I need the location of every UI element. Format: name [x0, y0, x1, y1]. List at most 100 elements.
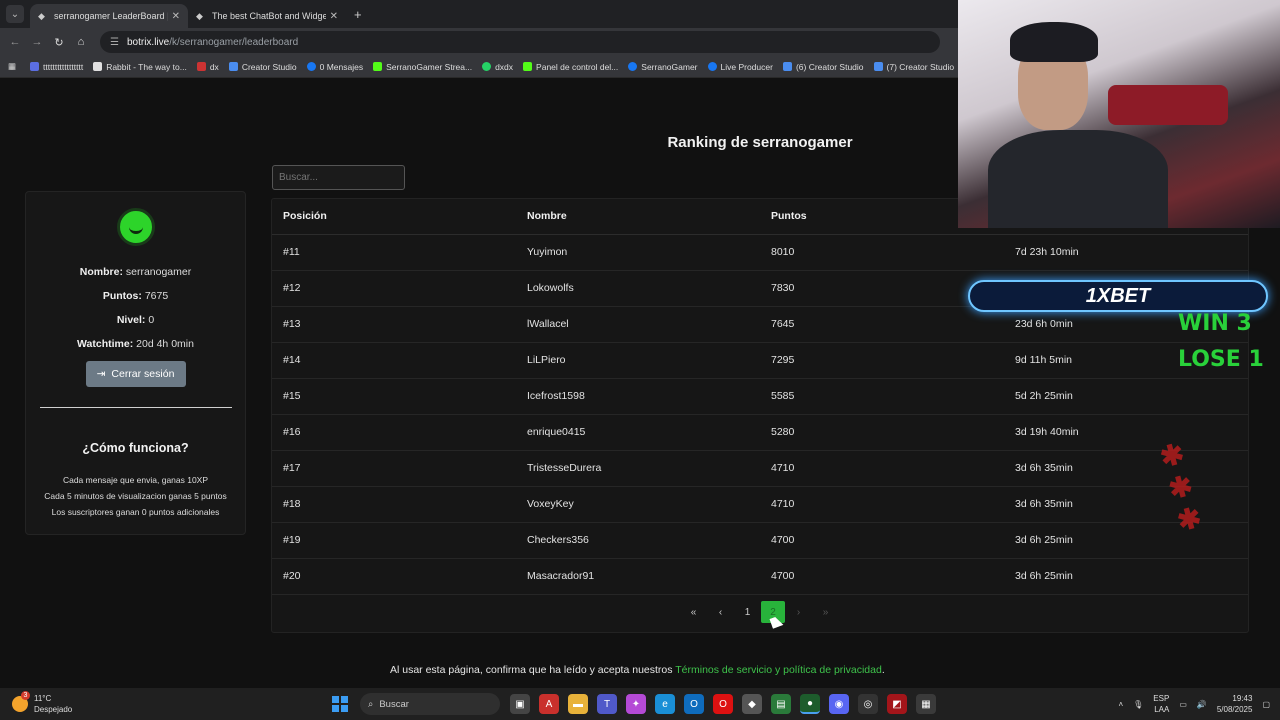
bookmark-item[interactable]: Rabbit - The way to... — [93, 62, 187, 72]
profile-name: Nombre: serranogamer — [79, 266, 192, 278]
prev-page-button[interactable]: ‹ — [707, 601, 734, 623]
bookmark-item[interactable]: SerranoGamer Strea... — [373, 62, 472, 72]
cell-position: #13 — [272, 306, 516, 343]
bookmark-icon — [93, 62, 103, 71]
apps-grid-icon[interactable]: ▦ — [8, 61, 16, 72]
file-explorer-icon[interactable]: ▬ — [568, 694, 588, 714]
app-icon[interactable]: ◆ — [742, 694, 762, 714]
tab-leaderboard[interactable]: ◆ serranogamer LeaderBoard | Th ✕ — [30, 4, 188, 28]
next-page-button[interactable]: › — [785, 601, 812, 623]
clock[interactable]: 19:43 5/08/2025 — [1217, 693, 1253, 715]
weather-sun-icon: 3 — [12, 691, 30, 712]
page-title: Ranking de serranogamer — [667, 134, 853, 151]
dota-icon[interactable]: ◩ — [887, 694, 907, 714]
facebook-icon — [628, 62, 638, 71]
how-line: Cada mensaje que envia, ganas 10XP — [62, 475, 209, 485]
table-row: #15 Icefrost1598 5585 5d 2h 25min — [272, 378, 1248, 415]
cell-points: 4700 — [760, 558, 1004, 595]
teams-icon[interactable]: T — [597, 694, 617, 714]
bookmark-item[interactable]: Panel de control del... — [523, 62, 618, 72]
edge-icon[interactable]: e — [655, 694, 675, 714]
opera-icon[interactable]: O — [713, 694, 733, 714]
botrix-favicon-icon: ◆ — [38, 11, 45, 21]
outlook-icon[interactable]: O — [684, 694, 704, 714]
network-icon[interactable]: ▭ — [1179, 700, 1187, 709]
kick-icon — [373, 62, 383, 71]
cell-name: Lokowolfs — [516, 270, 760, 307]
bookmark-icon — [30, 62, 40, 71]
language-indicator[interactable]: ESP LAA — [1153, 693, 1169, 715]
bookmark-item[interactable]: Live Producer — [707, 62, 773, 72]
copilot-icon[interactable]: ✦ — [626, 694, 646, 714]
table-row: #19 Checkers356 4700 3d 6h 25min — [272, 522, 1248, 559]
search-input[interactable] — [272, 165, 405, 190]
close-tab-icon[interactable]: ✕ — [330, 11, 338, 22]
discord-icon[interactable]: ◉ — [829, 694, 849, 714]
taskbar-search[interactable]: ⌕ Buscar — [360, 693, 500, 715]
cell-points: 5585 — [760, 378, 1004, 415]
chrome-icon[interactable]: ● — [800, 694, 820, 714]
bookmark-item[interactable]: Creator Studio — [228, 62, 297, 72]
cell-watchtime: 3d 6h 25min — [1004, 558, 1248, 595]
cell-position: #18 — [272, 486, 516, 523]
weather-temp: 11°C — [34, 694, 52, 703]
last-page-button[interactable]: » — [812, 601, 839, 623]
cell-name: VoxeyKey — [516, 486, 760, 523]
first-page-button[interactable]: « — [680, 601, 707, 623]
cell-position: #15 — [272, 378, 516, 415]
task-view-icon[interactable]: ▣ — [510, 694, 530, 714]
bookmark-item[interactable]: dx — [196, 62, 219, 72]
site-info-icon[interactable]: ☰ — [110, 37, 119, 48]
bookmark-item[interactable]: dxdx — [482, 62, 513, 72]
volume-icon[interactable]: 🔊 — [1197, 700, 1207, 709]
notifications-icon[interactable]: ▢ — [1262, 700, 1270, 709]
bookmark-item[interactable]: (6) Creator Studio — [782, 62, 864, 72]
cell-points: 4700 — [760, 522, 1004, 559]
logout-button[interactable]: ⇥ Cerrar sesión — [85, 361, 186, 387]
cell-points: 4710 — [760, 450, 1004, 487]
footer-terms: Al usar esta página, confirma que ha leí… — [390, 664, 885, 676]
new-tab-button[interactable]: + — [354, 7, 362, 22]
cell-points: 7295 — [760, 342, 1004, 379]
pagination: « ‹ 1 2 › » — [680, 601, 839, 623]
page-1-button[interactable]: 1 — [734, 601, 761, 623]
cell-name: Checkers356 — [516, 522, 760, 559]
bookmark-item[interactable]: SerranoGamer — [628, 62, 698, 72]
terms-link[interactable]: Términos de servicio y política de priva… — [675, 664, 882, 676]
cell-position: #20 — [272, 558, 516, 595]
forward-icon[interactable]: → — [26, 36, 48, 48]
bookmark-item[interactable]: (7) Creator Studio — [873, 62, 954, 72]
tab-search-icon[interactable]: ⌄ — [6, 5, 24, 23]
tab-chatbot[interactable]: ◆ The best ChatBot and Widgets ✕ — [188, 4, 346, 28]
calculator-icon[interactable]: ▦ — [916, 694, 936, 714]
home-icon[interactable]: ⌂ — [70, 36, 92, 48]
url-field[interactable]: ☰ botrix.live/k/serranogamer/leaderboard — [100, 31, 940, 53]
webcam-person — [988, 130, 1168, 228]
cell-position: #19 — [272, 522, 516, 559]
tray-chevron-icon[interactable]: ˄ — [1118, 700, 1123, 709]
kick-icon — [523, 62, 533, 71]
profile-level: Nivel: 0 — [116, 314, 155, 326]
col-name: Nombre — [516, 199, 760, 235]
windows-start-icon[interactable] — [332, 696, 348, 712]
pdf-app-icon[interactable]: A — [539, 694, 559, 714]
search-icon: ⌕ — [368, 698, 374, 710]
how-line: Cada 5 minutos de visualizacion ganas 5 … — [44, 491, 227, 501]
bookmark-item[interactable]: ttttttttttttttttt — [30, 62, 83, 72]
microphone-icon[interactable]: 🎙 — [1133, 700, 1143, 709]
weather-widget[interactable]: 3 11°C Despejado — [12, 691, 162, 715]
cell-watchtime: 7d 23h 10min — [1004, 234, 1248, 271]
back-icon[interactable]: ← — [4, 36, 26, 48]
obs-icon[interactable]: ◎ — [858, 694, 878, 714]
reload-icon[interactable]: ↻ — [48, 36, 70, 49]
cell-points: 4710 — [760, 486, 1004, 523]
table-row: #16 enrique0415 5280 3d 19h 40min — [272, 414, 1248, 451]
how-it-works-title: ¿Cómo funciona? — [82, 441, 189, 455]
avatar — [116, 208, 155, 246]
app-icon[interactable]: ▤ — [771, 694, 791, 714]
bookmark-item[interactable]: 0 Mensajes — [306, 62, 363, 72]
close-tab-icon[interactable]: ✕ — [172, 11, 180, 22]
profile-watchtime: Watchtime: 20d 4h 0min — [77, 338, 194, 350]
win-counter: WIN 3 — [1178, 311, 1252, 336]
url-path: /k/serranogamer/leaderboard — [169, 36, 299, 48]
